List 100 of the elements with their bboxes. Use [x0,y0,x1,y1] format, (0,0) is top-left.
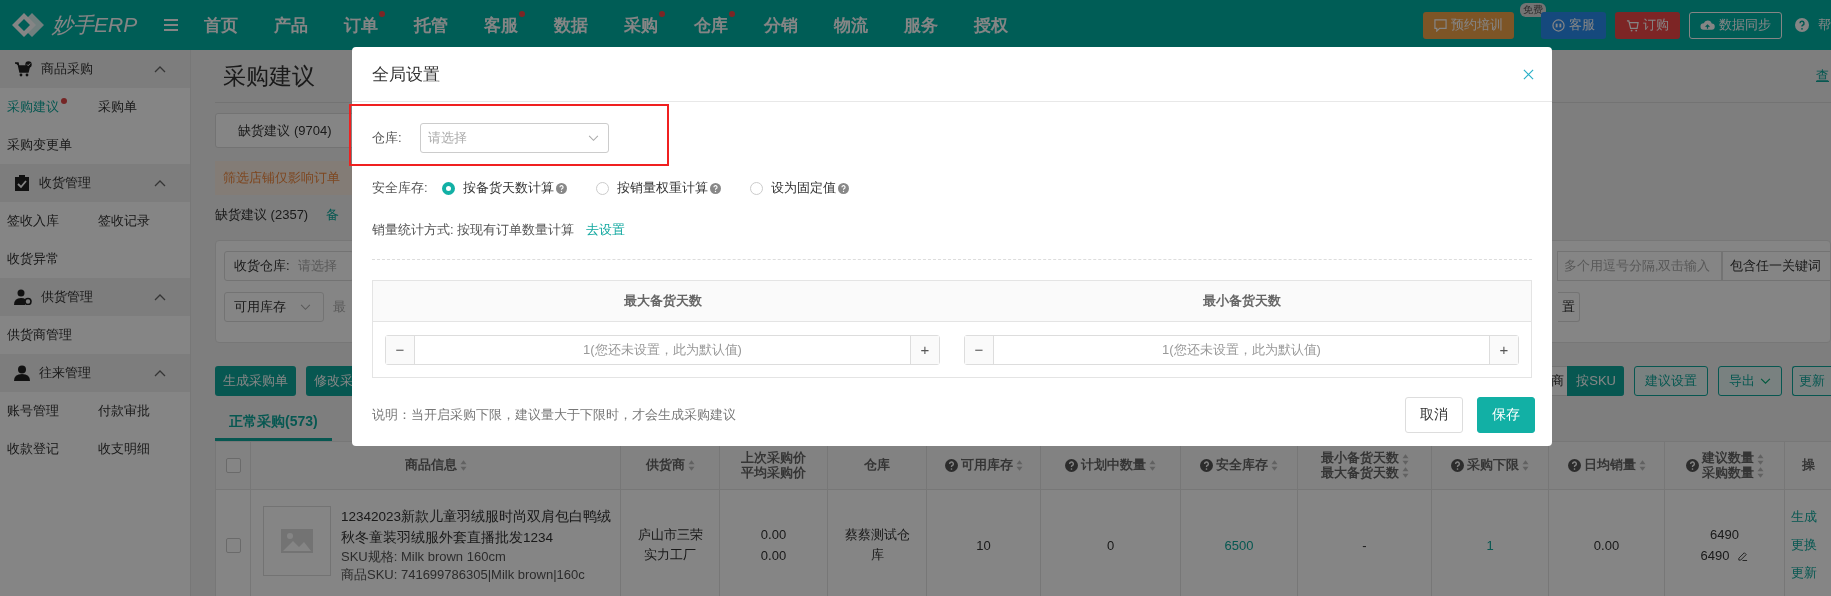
notice-text: 筛选店铺仅影响订单 [223,169,340,187]
help-icon[interactable] [556,182,567,194]
sort-icon[interactable] [1015,459,1023,472]
nav-item[interactable]: 客服 [484,13,554,37]
sidebar-item[interactable]: 采购建议 [7,88,67,126]
sidebar-item[interactable]: 供货商管理 [7,316,80,354]
help-icon[interactable] [1451,459,1464,472]
header-button[interactable]: 客服 [1541,11,1606,39]
column-header: 最小备货天数 最大备货天数 [1320,450,1399,481]
view-link[interactable]: 查 [1816,67,1829,85]
sidebar-group-header[interactable]: 商品采购 [0,50,190,88]
min-purchase-link[interactable]: 1 [1486,537,1494,553]
field-label: 仓库: [372,129,403,147]
action-button[interactable]: 生成采购单 [215,366,296,396]
select-all-checkbox[interactable] [225,458,241,473]
sidebar-item[interactable]: 收款登记 [7,430,67,468]
dialog-button[interactable]: 取消 [1405,397,1463,433]
sort-icon[interactable] [1149,459,1156,472]
nav-item[interactable]: 首页 [204,13,274,37]
nav-item[interactable]: 物流 [834,13,904,37]
increment-button[interactable]: + [910,335,939,364]
column-header: 采购下限 [1467,458,1519,473]
column-header: 供货商 [645,458,685,473]
row-action-link[interactable]: 生成 [1791,508,1817,526]
group-toggle[interactable]: 按SKU [1567,366,1624,396]
dialog-button[interactable]: 保存 [1477,397,1535,433]
number-stepper[interactable]: − 1(您还未设置，此为默认值) + [964,334,1519,365]
radio-option[interactable]: 设为固定值 [750,179,904,197]
sort-icon[interactable] [1756,452,1764,466]
safety-stock-link[interactable]: 6500 [1224,537,1254,553]
sort-icon[interactable] [1271,459,1278,472]
sidebar-item[interactable]: 采购单 [98,88,145,126]
nav-item[interactable]: 仓库 [694,13,764,37]
sort-icon[interactable] [1401,465,1409,479]
sidebar-item[interactable]: 付款审批 [98,392,158,430]
help-icon[interactable] [944,459,958,472]
sidebar-item[interactable]: 签收入库 [7,202,67,240]
sort-icon[interactable] [459,459,467,472]
help-icon[interactable] [838,182,849,194]
sidebar-item[interactable]: 账号管理 [7,392,67,430]
nav-item[interactable]: 分销 [764,13,834,37]
help-icon[interactable] [1200,459,1213,472]
toolbar-button[interactable]: 更新 [1792,366,1831,396]
stock-select[interactable]: 可用库存 [224,292,324,322]
radio-option[interactable]: 按销量权重计算 [596,179,750,197]
help-icon[interactable] [1567,459,1581,472]
chevron-icon [154,369,166,377]
sort-icon[interactable] [1638,459,1646,472]
nav-item[interactable]: 采购 [624,13,694,37]
row-checkbox[interactable] [225,537,241,553]
chevron-icon [1760,377,1771,385]
radio-button[interactable] [442,181,455,195]
sort-icon[interactable] [1401,452,1409,466]
nav-item[interactable]: 授权 [974,13,1044,37]
table-cell: 0.00 [1593,537,1620,553]
increment-button[interactable]: + [1489,335,1518,364]
help-icon[interactable] [1065,459,1078,472]
menu-icon[interactable] [164,19,178,31]
notification-dot [379,10,385,17]
sort-icon[interactable] [687,459,695,472]
toolbar-button[interactable]: 导出 [1718,366,1782,396]
help-link[interactable]: 帮 [1818,16,1831,34]
suggestion-tab[interactable]: 缺货建议 (9704) [215,113,355,148]
sidebar-item[interactable]: 收货异常 [7,240,67,278]
header-button[interactable]: 数据同步 [1689,11,1782,39]
notification-dot [61,98,67,104]
table-cell: 10 [976,537,991,553]
warehouse-select[interactable]: 请选择 [420,123,609,153]
count-link[interactable]: 备 [326,206,340,224]
pencil-icon[interactable] [1737,550,1749,561]
nav-item[interactable]: 服务 [904,13,974,37]
radio-option[interactable]: 按备货天数计算 [442,179,596,197]
sort-icon[interactable] [1522,459,1529,472]
nav-item[interactable]: 产品 [274,13,344,37]
help-icon[interactable] [1795,18,1809,32]
row-action-link[interactable]: 更新 [1791,564,1817,582]
sidebar-item[interactable]: 收支明细 [98,430,158,468]
sidebar-group-header[interactable]: 收货管理 [0,164,190,202]
sort-icon[interactable] [1756,465,1764,479]
decrement-button[interactable]: − [386,335,415,364]
sidebar-group-header[interactable]: 供货管理 [0,278,190,316]
toolbar-button[interactable]: 建议设置 [1634,366,1708,396]
nav-item[interactable]: 托管 [414,13,484,37]
header-button[interactable]: 预约培训 [1423,11,1514,39]
sidebar-item[interactable]: 签收记录 [98,202,158,240]
close-icon[interactable] [1523,68,1534,80]
decrement-button[interactable]: − [965,335,994,364]
nav-item[interactable]: 数据 [554,13,624,37]
sidebar-group-header[interactable]: 往来管理 [0,354,190,392]
nav-item[interactable]: 订单 [344,13,414,37]
chevron-icon [300,303,311,311]
row-action-link[interactable]: 更换 [1791,536,1817,554]
settings-link[interactable]: 去设置 [586,221,626,239]
reset-button[interactable]: 置 [1558,292,1580,322]
help-icon[interactable] [710,182,721,194]
number-stepper[interactable]: − 1(您还未设置，此为默认值) + [385,334,940,365]
column-header: 上次采购价 平均采购价 [741,450,806,481]
header-button[interactable]: 订购 [1615,11,1680,39]
sidebar-item[interactable]: 采购变更单 [7,126,80,164]
help-icon[interactable] [1685,459,1699,472]
